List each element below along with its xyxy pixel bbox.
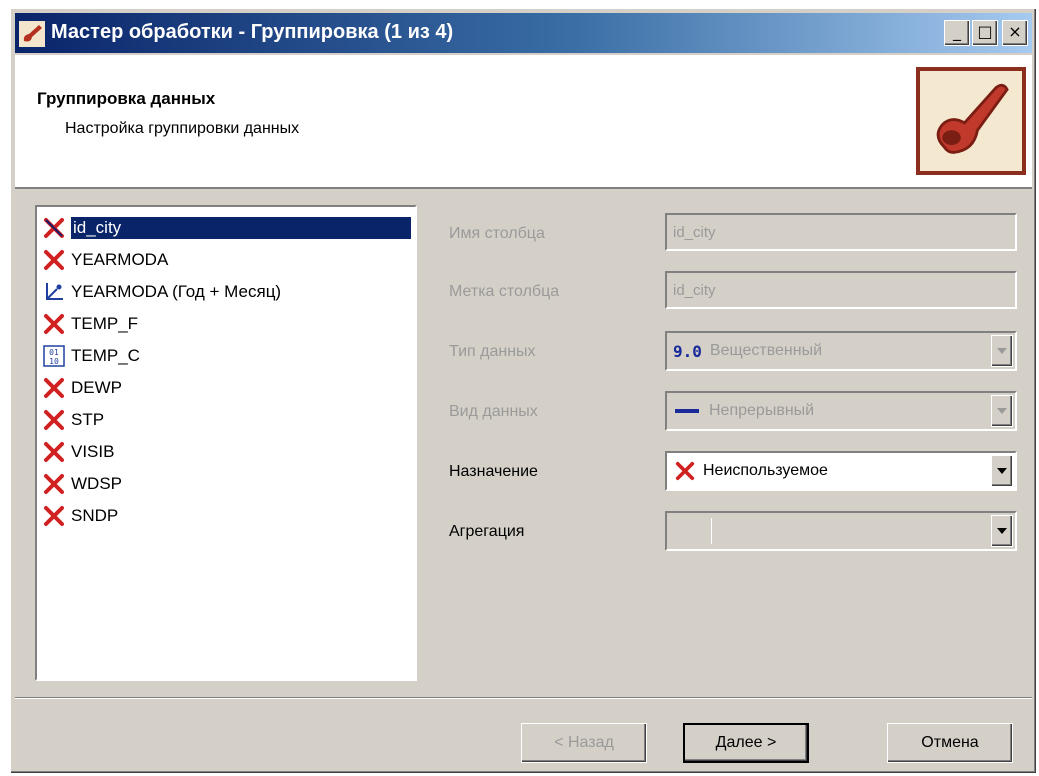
list-item-label: STP [71, 410, 105, 429]
svg-text:01: 01 [49, 348, 59, 357]
column-name-field: id_city [665, 213, 1017, 251]
maximize-button[interactable]: □ [972, 20, 998, 46]
unused-x-icon [41, 247, 67, 273]
list-item[interactable]: YEARMODA (Год + Месяц) [41, 277, 281, 307]
unused-x-icon [41, 311, 67, 337]
close-button[interactable]: × [1002, 20, 1028, 46]
back-button[interactable]: < Назад [521, 723, 647, 763]
date-tree-icon [41, 279, 67, 305]
unused-x-icon [41, 471, 67, 497]
header-title: Группировка данных [37, 89, 216, 108]
cancel-button[interactable]: Отмена [887, 723, 1013, 763]
aggregation-label: Агрегация [449, 523, 525, 540]
wizard-header: Группировка данных Настройка группировки… [15, 55, 1032, 189]
pipe-logo-icon [916, 67, 1026, 175]
minimize-button[interactable]: _ [944, 20, 970, 46]
list-item[interactable]: WDSP [41, 469, 122, 499]
unused-x-icon [675, 461, 695, 481]
data-kind-select: Непрерывный [665, 391, 1017, 431]
chevron-down-icon [991, 395, 1013, 427]
data-type-value: Вещественный [709, 342, 823, 359]
list-item-label: TEMP_F [71, 314, 139, 333]
title-bar[interactable]: Мастер обработки - Группировка (1 из 4) … [15, 13, 1032, 53]
unused-x-icon [41, 215, 67, 241]
footer-divider [15, 697, 1032, 699]
header-subtitle: Настройка группировки данных [65, 120, 300, 137]
purpose-label: Назначение [449, 463, 538, 480]
list-item-label: VISIB [71, 442, 115, 461]
chevron-down-icon [991, 335, 1013, 367]
wizard-window: Мастер обработки - Группировка (1 из 4) … [10, 8, 1037, 774]
data-kind-value: Непрерывный [709, 402, 815, 419]
unused-x-icon [41, 407, 67, 433]
data-type-select: 9.0 Вещественный [665, 331, 1017, 371]
list-item-label: YEARMODA (Год + Месяц) [71, 282, 282, 301]
column-name-label: Имя столбца [449, 225, 545, 242]
purpose-value: Неиспользуемое [703, 462, 828, 479]
list-item-label: TEMP_C [71, 346, 140, 365]
data-kind-label: Вид данных [449, 403, 538, 420]
chevron-down-icon[interactable] [991, 455, 1013, 487]
unused-x-icon [41, 375, 67, 401]
real-type-icon: 9.0 [673, 341, 702, 361]
next-button[interactable]: Далее > [683, 723, 809, 763]
continuous-icon [675, 409, 699, 413]
pipe-app-icon [19, 21, 45, 47]
data-type-label: Тип данных [449, 343, 536, 360]
list-item[interactable]: VISIB [41, 437, 114, 467]
column-caption-label: Метка столбца [449, 283, 560, 300]
list-item[interactable]: id_city [41, 213, 411, 243]
svg-text:10: 10 [49, 357, 59, 366]
list-item-label: YEARMODA [71, 250, 169, 269]
chevron-down-icon[interactable] [991, 515, 1013, 547]
list-item[interactable]: DEWP [41, 373, 122, 403]
list-item[interactable]: 01 10 TEMP_C [41, 341, 140, 371]
list-item[interactable]: TEMP_F [41, 309, 138, 339]
aggregation-select[interactable] [665, 511, 1017, 551]
list-item[interactable]: YEARMODA [41, 245, 168, 275]
list-item-label: id_city [71, 217, 411, 239]
list-item[interactable]: SNDP [41, 501, 118, 531]
purpose-select[interactable]: Неиспользуемое [665, 451, 1017, 491]
aggregation-value [675, 518, 712, 544]
column-list[interactable]: id_city YEARMODA YEARMODA (Год + Месяц) … [35, 205, 417, 681]
unused-x-icon [41, 439, 67, 465]
column-caption-field: id_city [665, 271, 1017, 309]
unused-x-icon [41, 503, 67, 529]
list-item-label: DEWP [71, 378, 122, 397]
numeric-icon: 01 10 [41, 343, 67, 369]
list-item[interactable]: STP [41, 405, 104, 435]
window-title: Мастер обработки - Группировка (1 из 4) [51, 21, 454, 43]
list-item-label: WDSP [71, 474, 122, 493]
list-item-label: SNDP [71, 506, 119, 525]
